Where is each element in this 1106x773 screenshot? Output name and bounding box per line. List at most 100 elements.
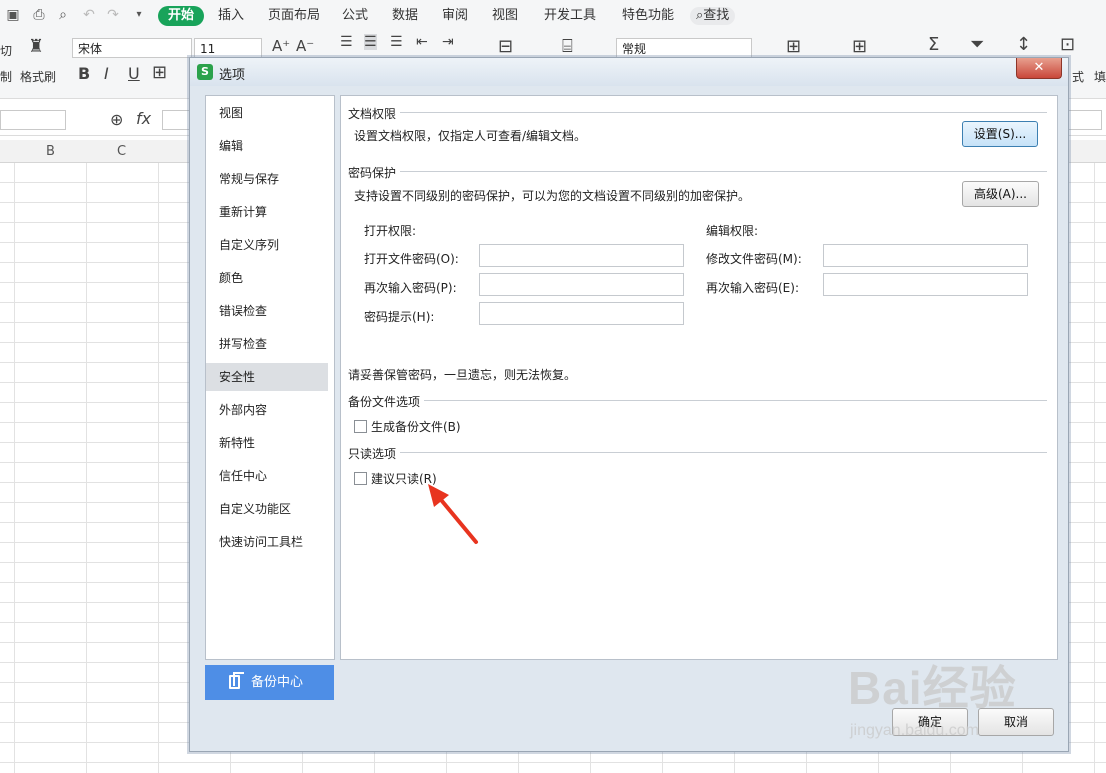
undo-icon[interactable]: ↶ bbox=[80, 6, 98, 24]
nav-item-edit[interactable]: 编辑 bbox=[206, 132, 328, 160]
options-nav: 视图 编辑 常规与保存 重新计算 自定义序列 颜色 错误检查 拼写检查 安全性 … bbox=[205, 95, 335, 660]
sum-icon[interactable]: Σ bbox=[928, 34, 939, 55]
nav-item-customize-ribbon[interactable]: 自定义功能区 bbox=[206, 495, 328, 523]
nav-item-custom-lists[interactable]: 自定义序列 bbox=[206, 231, 328, 259]
column-header-c[interactable]: C bbox=[117, 144, 126, 159]
divider bbox=[349, 452, 1047, 453]
nav-item-trust-center[interactable]: 信任中心 bbox=[206, 462, 328, 490]
permission-settings-button[interactable]: 设置(S)... bbox=[962, 121, 1038, 147]
underline-button[interactable]: U bbox=[128, 64, 140, 83]
chevron-down-icon[interactable]: ▾ bbox=[130, 6, 148, 24]
nav-item-spell-check[interactable]: 拼写检查 bbox=[206, 330, 328, 358]
column-header-b[interactable]: B bbox=[46, 144, 55, 159]
tab-developer[interactable]: 开发工具 bbox=[544, 7, 596, 25]
baidu-watermark: Bai经验 jingyan.baidu.com bbox=[848, 652, 1048, 748]
fill-label[interactable]: 填 bbox=[1094, 68, 1106, 85]
wrap-text-icon[interactable]: ⌸ bbox=[562, 36, 573, 57]
watermark-logo-text: Bai经验 bbox=[848, 662, 1017, 714]
backup-center-button[interactable]: 备份中心 bbox=[205, 665, 334, 700]
edit-reenter-label: 再次输入密码(E): bbox=[706, 281, 799, 295]
password-hint-field[interactable] bbox=[479, 302, 684, 325]
align-top-icon[interactable]: ☰ bbox=[340, 34, 353, 50]
format-painter-icon[interactable]: ♜ bbox=[28, 36, 44, 57]
fx-icon[interactable]: fx bbox=[136, 109, 151, 128]
nav-item-general-save[interactable]: 常规与保存 bbox=[206, 165, 328, 193]
align-bottom-icon[interactable]: ☰ bbox=[390, 34, 403, 50]
tab-data[interactable]: 数据 bbox=[392, 7, 418, 25]
cut-button[interactable]: 切 bbox=[0, 42, 12, 59]
redo-icon[interactable]: ↷ bbox=[104, 6, 122, 24]
advanced-encryption-button[interactable]: 高级(A)... bbox=[962, 181, 1039, 207]
tab-page-layout[interactable]: 页面布局 bbox=[268, 7, 320, 25]
tab-formulas[interactable]: 公式 bbox=[342, 7, 368, 25]
options-dialog: S 选项 ✕ 视图 编辑 常规与保存 重新计算 自定义序列 颜色 错误检查 拼写… bbox=[189, 57, 1069, 752]
tab-view[interactable]: 视图 bbox=[492, 7, 518, 25]
open-permission-title: 打开权限: bbox=[364, 224, 417, 238]
edit-password-label: 修改文件密码(M): bbox=[706, 252, 802, 266]
watermark-url: jingyan.baidu.com bbox=[850, 722, 979, 739]
edit-password-field[interactable] bbox=[823, 244, 1028, 267]
name-box[interactable] bbox=[0, 110, 66, 130]
open-reenter-label: 再次输入密码(P): bbox=[364, 281, 457, 295]
table-style-icon[interactable]: ⊞ bbox=[852, 36, 867, 57]
indent-decrease-icon[interactable]: ⇤ bbox=[416, 34, 428, 50]
nav-item-security[interactable]: 安全性 bbox=[206, 363, 328, 391]
menu-bar: ▣ ⎙ ⌕ ↶ ↷ ▾ 开始 插入 页面布局 公式 数据 审阅 视图 开发工具 … bbox=[0, 0, 1106, 32]
copy-button[interactable]: 制 bbox=[0, 68, 12, 85]
sort-icon[interactable]: ↕ bbox=[1016, 34, 1031, 55]
edit-reenter-field[interactable] bbox=[823, 273, 1028, 296]
doc-permission-title: 文档权限 bbox=[348, 105, 401, 122]
open-password-label: 打开文件密码(O): bbox=[364, 252, 459, 266]
tab-insert[interactable]: 插入 bbox=[218, 7, 244, 25]
open-password-field[interactable] bbox=[479, 244, 684, 267]
font-size-select[interactable]: 11 bbox=[194, 38, 262, 58]
password-hint-label: 密码提示(H): bbox=[364, 310, 435, 324]
align-middle-icon[interactable]: ☰ bbox=[364, 34, 377, 50]
indent-increase-icon[interactable]: ⇥ bbox=[442, 34, 454, 50]
print-preview-icon[interactable]: ⌕ bbox=[54, 6, 72, 24]
nav-item-external-content[interactable]: 外部内容 bbox=[206, 396, 328, 424]
number-format-select[interactable]: 常规 bbox=[616, 38, 752, 58]
print-icon[interactable]: ⎙ bbox=[30, 6, 48, 24]
zoom-icon[interactable]: ⊕ bbox=[110, 110, 123, 129]
recommend-readonly-checkbox[interactable] bbox=[354, 472, 367, 485]
open-reenter-field[interactable] bbox=[479, 273, 684, 296]
border-icon[interactable]: ⊞ bbox=[152, 62, 167, 83]
divider bbox=[349, 171, 1047, 172]
format-label[interactable]: 式 bbox=[1072, 68, 1084, 85]
format-painter-label[interactable]: 格式刷 bbox=[20, 68, 56, 85]
nav-item-new-features[interactable]: 新特性 bbox=[206, 429, 328, 457]
italic-button[interactable]: I bbox=[104, 64, 109, 83]
save-icon[interactable]: ▣ bbox=[4, 6, 22, 24]
search-button[interactable]: ⌕查找 bbox=[690, 7, 736, 25]
tab-home[interactable]: 开始 bbox=[158, 6, 205, 26]
nav-item-color[interactable]: 颜色 bbox=[206, 264, 328, 292]
recommend-readonly-label[interactable]: 建议只读(R) bbox=[371, 470, 437, 487]
readonly-options-title: 只读选项 bbox=[348, 445, 401, 462]
app-logo-icon: S bbox=[197, 64, 213, 80]
conditional-format-icon[interactable]: ⊞ bbox=[786, 36, 801, 57]
nav-item-recalculate[interactable]: 重新计算 bbox=[206, 198, 328, 226]
password-protection-title: 密码保护 bbox=[348, 164, 401, 181]
backup-file-label[interactable]: 生成备份文件(B) bbox=[371, 418, 461, 435]
divider bbox=[349, 112, 1047, 113]
backup-center-label: 备份中心 bbox=[251, 675, 304, 690]
filter-icon[interactable]: ⏷ bbox=[970, 34, 984, 55]
increase-font-icon[interactable]: A⁺ bbox=[272, 37, 290, 55]
font-name-select[interactable]: 宋体 bbox=[72, 38, 192, 58]
close-button[interactable]: ✕ bbox=[1016, 58, 1062, 79]
dialog-titlebar[interactable]: S 选项 ✕ bbox=[190, 58, 1068, 86]
merge-center-icon[interactable]: ⊟ bbox=[498, 36, 513, 57]
tab-special-features[interactable]: 特色功能 bbox=[622, 7, 674, 25]
tab-review[interactable]: 审阅 bbox=[442, 7, 468, 25]
doc-permission-desc: 设置文档权限，仅指定人可查看/编辑文档。 bbox=[354, 129, 587, 143]
password-protection-desc: 支持设置不同级别的密码保护，可以为您的文档设置不同级别的加密保护。 bbox=[354, 189, 751, 203]
backup-file-checkbox[interactable] bbox=[354, 420, 367, 433]
bold-button[interactable]: B bbox=[78, 64, 90, 83]
fill-icon[interactable]: ⊡ bbox=[1060, 34, 1075, 55]
nav-item-quick-access-toolbar[interactable]: 快速访问工具栏 bbox=[206, 528, 328, 556]
edit-permission-title: 编辑权限: bbox=[706, 224, 759, 238]
nav-item-error-check[interactable]: 错误检查 bbox=[206, 297, 328, 325]
nav-item-view[interactable]: 视图 bbox=[206, 99, 328, 127]
decrease-font-icon[interactable]: A⁻ bbox=[296, 37, 314, 55]
